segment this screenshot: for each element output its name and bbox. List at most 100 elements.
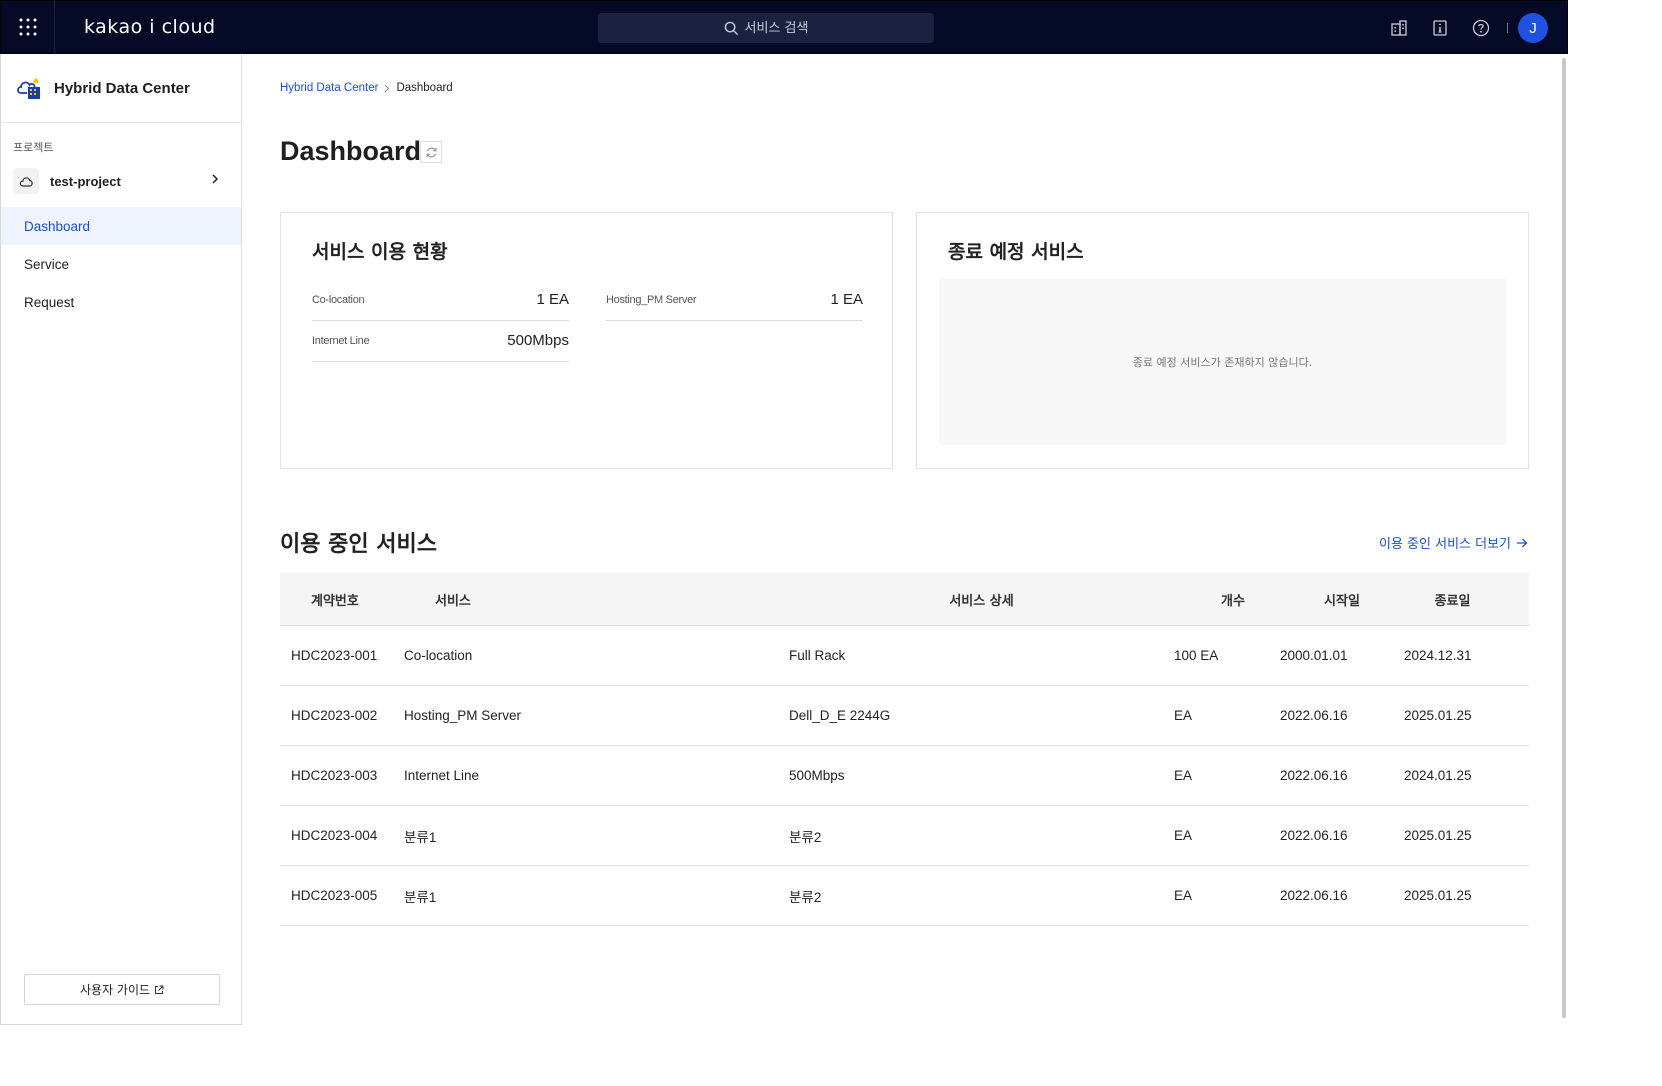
sidebar-item-service[interactable]: Service [1,245,241,283]
table-row[interactable]: HDC2023-004 분류1 분류2 EA 2022.06.16 2025.0… [280,806,1529,866]
active-services-title: 이용 중인 서비스 [280,532,437,557]
cell-service: Internet Line [404,768,480,783]
breadcrumb: Hybrid Data Center Dashboard [280,82,453,94]
service-title: Hybrid Data Center [54,79,190,97]
cell-count: 100 EA [1174,648,1219,663]
more-link-label: 이용 중인 서비스 더보기 [1379,537,1511,552]
info-book-button[interactable] [1419,1,1460,55]
cell-contract-number: HDC2023-002 [291,708,378,723]
cell-service: 분류1 [404,889,437,905]
scrollbar-thumb[interactable] [1562,58,1566,1018]
column-start-date: 시작일 [1324,593,1360,609]
page-title: Dashboard [280,136,422,166]
cell-start-date: 2000.01.01 [1280,648,1348,663]
top-icons: J [1378,1,1548,55]
project-name: test-project [50,173,121,189]
cell-start-date: 2022.06.16 [1280,828,1348,843]
sidebar-nav: Dashboard Service Request [1,207,241,321]
column-count: 개수 [1221,593,1245,609]
refresh-button[interactable] [420,141,442,163]
project-selector[interactable]: test-project [1,167,241,195]
cell-contract-number: HDC2023-004 [291,828,378,843]
scrollbar[interactable] [1560,54,1568,1025]
cell-count: EA [1174,708,1193,723]
cell-service: Hosting_PM Server [404,708,522,723]
cell-count: EA [1174,888,1193,903]
divider [1507,23,1508,33]
cell-service-detail: Full Rack [789,648,846,663]
chevron-right-icon [212,174,219,184]
cell-start-date: 2022.06.16 [1280,888,1348,903]
cell-contract-number: HDC2023-001 [291,648,378,663]
sidebar-item-request[interactable]: Request [1,283,241,321]
project-label: 프로젝트 [13,141,54,154]
table-row[interactable]: HDC2023-003 Internet Line 500Mbps EA 202… [280,746,1529,806]
sidebar-item-dashboard[interactable]: Dashboard [1,207,241,245]
building-icon [1390,20,1407,36]
table-row[interactable]: HDC2023-005 분류1 분류2 EA 2022.06.16 2025.0… [280,866,1529,926]
main-content: Hybrid Data Center Dashboard Dashboard 서… [242,54,1568,1025]
info-book-icon [1432,20,1447,36]
column-contract-number: 계약번호 [311,593,359,609]
service-usage-card: 서비스 이용 현황 Co-location 1 EA Hosting_PM Se… [280,212,893,469]
service-usage-title: 서비스 이용 현황 [312,241,448,263]
user-avatar[interactable]: J [1518,13,1548,43]
user-guide-button[interactable]: 사용자 가이드 [24,974,220,1005]
refresh-icon [425,147,437,157]
ending-services-title: 종료 예정 서비스 [948,241,1084,263]
stat-label: Internet Line [312,334,370,347]
help-icon [1472,19,1489,37]
stat-label: Hosting_PM Server [606,293,697,306]
help-button[interactable] [1460,1,1501,55]
column-service: 서비스 [435,593,471,609]
search-input[interactable] [744,20,809,36]
cell-contract-number: HDC2023-005 [291,888,378,903]
service-search[interactable] [598,13,934,43]
table-header: 계약번호 서비스 서비스 상세 개수 시작일 종료일 [280,573,1529,626]
column-service-detail: 서비스 상세 [949,593,1014,609]
stat-value: 1 EA [830,291,863,308]
empty-message: 종료 예정 서비스가 존재하지 않습니다. [939,279,1506,445]
cell-end-date: 2025.01.25 [1404,828,1472,843]
hybrid-data-center-icon [17,78,40,99]
project-cloud-icon-box [13,168,39,194]
breadcrumb-current: Dashboard [396,82,453,94]
arrow-right-icon [1517,538,1528,547]
grid-icon [19,18,36,36]
kakao-cloud-logo[interactable]: kakao i cloud [84,16,216,38]
stat-co-location: Co-location 1 EA [312,279,569,321]
top-bar: kakao i cloud 서비스 검색 J [0,0,1568,54]
ending-services-card: 종료 예정 서비스 종료 예정 서비스가 존재하지 않습니다. [916,212,1529,469]
column-end-date: 종료일 [1434,593,1471,609]
search-icon [724,21,738,35]
external-link-icon [155,985,164,994]
cell-service-detail: 분류2 [789,829,822,845]
table-row[interactable]: HDC2023-002 Hosting_PM Server Dell_D_E 2… [280,686,1529,746]
active-services-table: 계약번호 서비스 서비스 상세 개수 시작일 종료일 HDC2023-001 C… [280,573,1529,926]
cell-end-date: 2024.01.25 [1404,768,1472,783]
user-guide-label: 사용자 가이드 [79,983,151,997]
cell-count: EA [1174,768,1193,783]
active-services-more-link[interactable]: 이용 중인 서비스 더보기 [1379,533,1528,552]
stat-internet-line: Internet Line 500Mbps [312,320,569,362]
stat-label: Co-location [312,293,365,306]
app-menu-button[interactable] [1,0,55,54]
cell-count: EA [1174,828,1193,843]
cell-service: 분류1 [404,829,437,845]
breadcrumb-hybrid-data-center[interactable]: Hybrid Data Center [280,82,378,94]
chevron-right-icon [385,84,390,92]
cell-start-date: 2022.06.16 [1280,768,1348,783]
cell-end-date: 2024.12.31 [1404,648,1472,663]
table-row[interactable]: HDC2023-001 Co-location Full Rack 100 EA… [280,626,1529,686]
sidebar: Hybrid Data Center 프로젝트 test-project Das… [0,54,242,1025]
cell-end-date: 2025.01.25 [1404,888,1472,903]
cell-service-detail: 분류2 [789,889,822,905]
stat-hosting-pm-server: Hosting_PM Server 1 EA [606,279,863,321]
cell-end-date: 2025.01.25 [1404,708,1472,723]
stat-value: 500Mbps [507,332,569,349]
cell-service-detail: 500Mbps [789,768,845,783]
cloud-icon [19,176,33,187]
sidebar-header: Hybrid Data Center [1,54,241,123]
cell-start-date: 2022.06.16 [1280,708,1348,723]
organization-button[interactable] [1378,1,1419,55]
